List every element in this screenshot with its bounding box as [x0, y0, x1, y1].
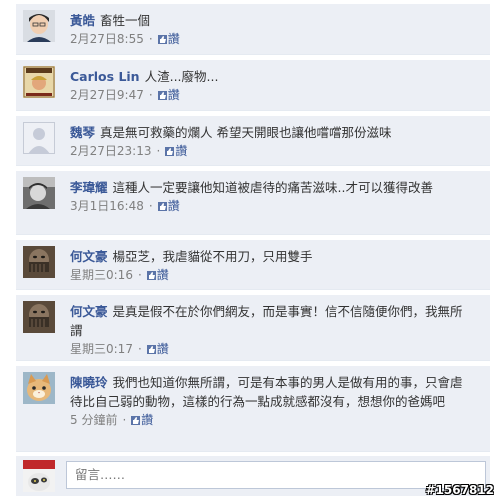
avatar[interactable]	[23, 10, 55, 42]
comment-text: 我們也知道你無所謂，可是有本事的男人是做有用的事，只會虐待比自己弱的動物，這樣的…	[70, 375, 463, 409]
comment-meta: 2月27日9:47 · 讚	[70, 86, 464, 104]
comment-meta: 星期三0:17 · 讚	[70, 340, 464, 358]
comment-text: 人渣...廢物...	[144, 69, 219, 84]
meta-separator: ·	[148, 199, 153, 213]
comment-item: 李瑋耀 這種人一定要讓他知道被虐待的痛苦滋味..才可以獲得改善 3月1日16:48…	[16, 171, 490, 235]
comment-author[interactable]: 何文豪	[70, 304, 108, 319]
comment-input[interactable]: 留言……	[66, 461, 486, 489]
comment-item: 何文豪 楊亞芝，我虐貓從不用刀，只用雙手 星期三0:16 · 讚	[16, 240, 490, 290]
comment-meta: 2月27日8:55 · 讚	[70, 30, 464, 48]
meta-separator: ·	[137, 342, 142, 356]
thumbs-up-icon	[165, 147, 175, 156]
comment-author[interactable]: 魏琴	[70, 125, 95, 140]
avatar[interactable]	[23, 246, 55, 278]
thumbs-up-icon	[157, 202, 167, 211]
comment-item: 魏琴 真是無可救藥的爛人 希望天開眼也讓他嚐嚐那份滋味 2月27日23:13 · 讚	[16, 116, 490, 166]
comment-time[interactable]: 星期三0:17	[70, 342, 133, 356]
meta-separator: ·	[137, 268, 142, 282]
avatar[interactable]	[23, 66, 55, 98]
comment-author[interactable]: 李瑋耀	[70, 180, 108, 195]
comment-author[interactable]: Carlos Lin	[70, 69, 140, 84]
comment-author[interactable]: 黃皓	[70, 13, 95, 28]
comment-item: 何文豪 是真是假不在於你們網友，而是事實！信不信隨便你們，我無所謂 星期三0:17…	[16, 295, 490, 361]
thumbs-up-icon	[157, 35, 167, 44]
comment-time[interactable]: 3月1日16:48	[70, 199, 144, 213]
avatar[interactable]	[23, 122, 55, 154]
comment-text: 這種人一定要讓他知道被虐待的痛苦滋味..才可以獲得改善	[112, 180, 433, 195]
like-link[interactable]: 讚	[157, 268, 169, 282]
avatar[interactable]	[23, 301, 55, 333]
like-link[interactable]: 讚	[168, 199, 180, 213]
comment-author[interactable]: 陳曉玲	[70, 375, 108, 390]
comment-meta: 3月1日16:48 · 讚	[70, 197, 464, 215]
like-link[interactable]: 讚	[141, 413, 153, 427]
like-link[interactable]: 讚	[168, 32, 180, 46]
comment-meta: 星期三0:16 · 讚	[70, 266, 464, 284]
thumbs-up-icon	[146, 345, 156, 354]
comment-time[interactable]: 5 分鐘前	[70, 413, 117, 427]
thumbs-up-icon	[146, 271, 156, 280]
comment-author[interactable]: 何文豪	[70, 249, 108, 264]
comment-meta: 2月27日23:13 · 讚	[70, 142, 464, 160]
like-link[interactable]: 讚	[157, 342, 169, 356]
comment-text: 楊亞芝，我虐貓從不用刀，只用雙手	[112, 249, 313, 264]
watermark: #1567812	[425, 483, 494, 497]
comment-meta: 5 分鐘前 · 讚	[70, 411, 464, 429]
meta-separator: ·	[148, 32, 153, 46]
like-link[interactable]: 讚	[175, 144, 187, 158]
comment-text: 是真是假不在於你們網友，而是事實！信不信隨便你們，我無所謂	[70, 304, 463, 338]
like-link[interactable]: 讚	[168, 88, 180, 102]
meta-separator: ·	[122, 413, 127, 427]
avatar	[23, 460, 55, 492]
meta-separator: ·	[156, 144, 161, 158]
comment-time[interactable]: 2月27日23:13	[70, 144, 152, 158]
comment-time[interactable]: 星期三0:16	[70, 268, 133, 282]
avatar[interactable]	[23, 372, 55, 404]
comment-item: 陳曉玲 我們也知道你無所謂，可是有本事的男人是做有用的事，只會虐待比自己弱的動物，…	[16, 366, 490, 452]
comment-text: 畜牲一個	[100, 13, 151, 28]
meta-separator: ·	[148, 88, 153, 102]
comment-item: 黃皓 畜牲一個 2月27日8:55 · 讚	[16, 4, 490, 55]
comments-panel: 黃皓 畜牲一個 2月27日8:55 · 讚 Carlos Lin 人渣...廢物... …	[16, 0, 490, 500]
thumbs-up-icon	[157, 91, 167, 100]
thumbs-up-icon	[131, 416, 141, 425]
avatar[interactable]	[23, 177, 55, 209]
comment-item: Carlos Lin 人渣...廢物... 2月27日9:47 · 讚	[16, 60, 490, 111]
comment-text: 真是無可救藥的爛人 希望天開眼也讓他嚐嚐那份滋味	[100, 125, 392, 140]
comment-time[interactable]: 2月27日9:47	[70, 88, 144, 102]
comment-time[interactable]: 2月27日8:55	[70, 32, 144, 46]
comment-composer: 留言……	[16, 456, 490, 496]
